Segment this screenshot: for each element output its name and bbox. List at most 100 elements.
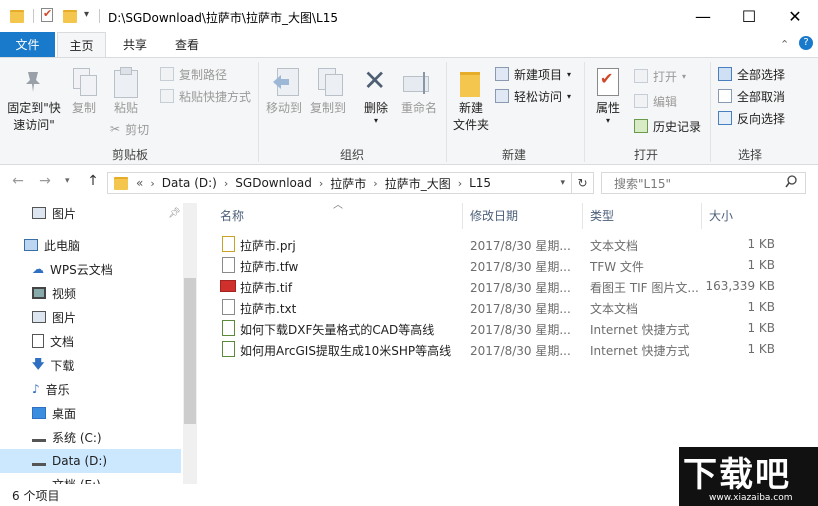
video-icon: [32, 287, 46, 299]
new-folder-button[interactable]: 新建 文件夹: [448, 100, 494, 134]
breadcrumb-l15[interactable]: L15: [469, 176, 491, 190]
arrow-up-icon: ↑: [87, 173, 99, 189]
chevron-down-icon[interactable]: ▾: [560, 178, 565, 188]
column-header-name[interactable]: 名称: [220, 207, 244, 224]
properties-icon[interactable]: ✔: [41, 7, 53, 22]
search-input[interactable]: 搜索"L15": [601, 172, 806, 194]
file-type: 看图王 TIF 图片文...: [590, 281, 699, 295]
nav-item-desktop[interactable]: 桌面: [0, 401, 183, 425]
file-row[interactable]: 如何下载DXF矢量格式的CAD等高线 2017/8/30 星期... Inter…: [215, 318, 802, 339]
new-folder-icon[interactable]: [63, 10, 77, 23]
file-row[interactable]: 拉萨市.tfw 2017/8/30 星期... TFW 文件 1 KB: [215, 255, 802, 276]
maximize-button[interactable]: ☐: [726, 0, 772, 32]
select-none-button[interactable]: 全部取消: [718, 86, 785, 106]
tab-view[interactable]: 查看: [164, 32, 210, 57]
arrow-right-icon: →: [39, 173, 51, 189]
delete-icon: ✕: [363, 64, 387, 97]
nav-item-pictures-quick[interactable]: 图片 📌︎: [0, 201, 183, 225]
close-icon: ✕: [788, 6, 802, 26]
tab-share[interactable]: 共享: [112, 32, 158, 57]
file-size: 1 KB: [747, 237, 775, 251]
breadcrumb-drive[interactable]: Data (D:): [162, 176, 217, 190]
toolbar-separator: [33, 9, 34, 23]
forward-button[interactable]: →: [36, 173, 54, 189]
nav-scrollbar-thumb[interactable]: [184, 278, 196, 424]
paste-button[interactable]: 粘贴: [107, 100, 145, 117]
nav-item-downloads[interactable]: 🡇 下载: [0, 353, 183, 377]
easy-access-button[interactable]: 轻松访问 ▾: [495, 86, 571, 106]
column-divider[interactable]: [582, 203, 583, 229]
nav-item-drive-e[interactable]: 文档 (E:): [0, 473, 183, 484]
group-label-new: 新建: [501, 148, 526, 162]
nav-item-documents[interactable]: 文档: [0, 329, 183, 353]
pin-icon[interactable]: 📌︎: [168, 208, 181, 219]
copy-button[interactable]: 复制: [66, 100, 102, 117]
invert-selection-button[interactable]: 反向选择: [718, 108, 785, 128]
back-button[interactable]: ←: [9, 173, 27, 189]
help-icon[interactable]: ?: [799, 36, 813, 50]
column-divider[interactable]: [701, 203, 702, 229]
select-none-icon: [718, 89, 732, 103]
cut-button[interactable]: ✂ 剪切: [110, 119, 149, 139]
copy-path-icon: [160, 67, 174, 81]
select-all-label: 全部选择: [737, 67, 786, 82]
collapse-ribbon-icon[interactable]: ⌃: [780, 38, 789, 51]
nav-item-pictures[interactable]: 图片: [0, 305, 183, 329]
customize-quick-access-icon[interactable]: ▾: [84, 9, 89, 20]
copy-to-button[interactable]: 复制到: [306, 100, 350, 117]
rename-button[interactable]: 重命名: [397, 100, 441, 117]
nav-item-wps-cloud[interactable]: ☁ WPS云文档: [0, 257, 183, 281]
tab-file[interactable]: 文件: [0, 32, 55, 57]
new-item-button[interactable]: 新建项目 ▾: [495, 64, 571, 84]
recent-locations-button[interactable]: ▾: [65, 176, 70, 186]
cloud-icon: ☁: [32, 262, 44, 276]
history-button[interactable]: 历史记录: [634, 116, 701, 136]
nav-item-drive-c[interactable]: 系统 (C:): [0, 425, 183, 449]
nav-item-drive-d[interactable]: Data (D:): [0, 449, 181, 473]
chevron-right-icon: ›: [150, 176, 155, 190]
file-row[interactable]: 拉萨市.tif 2017/8/30 星期... 看图王 TIF 图片文... 1…: [215, 276, 802, 297]
chevron-right-icon: ›: [318, 176, 324, 190]
breadcrumb-sgdownload[interactable]: SGDownload: [235, 176, 312, 190]
column-header-size[interactable]: 大小: [709, 207, 733, 224]
folder-icon: [10, 10, 24, 23]
close-button[interactable]: ✕: [772, 0, 818, 32]
invert-selection-label: 反向选择: [737, 111, 786, 126]
move-to-button[interactable]: 移动到: [262, 100, 306, 117]
edit-button[interactable]: 编辑: [634, 91, 677, 111]
minimize-button[interactable]: —: [680, 0, 726, 32]
file-row[interactable]: 拉萨市.prj 2017/8/30 星期... 文本文档 1 KB: [215, 234, 802, 255]
nav-item-videos[interactable]: 视频: [0, 281, 183, 305]
breadcrumb-lhasa-large[interactable]: 拉萨市_大图: [385, 175, 451, 192]
column-divider[interactable]: [462, 203, 463, 229]
nav-item-music[interactable]: ♪ 音乐: [0, 377, 183, 401]
easy-access-icon: [495, 89, 509, 103]
nav-item-label: 音乐: [45, 382, 70, 397]
column-header-type[interactable]: 类型: [590, 207, 614, 224]
pin-to-quick-access-button[interactable]: 固定到"快 速访问": [4, 100, 64, 134]
cut-label: 剪切: [125, 122, 150, 137]
file-date: 2017/8/30 星期...: [470, 344, 571, 358]
breadcrumb-lhasa[interactable]: 拉萨市: [330, 175, 366, 192]
chevron-right-icon: ›: [457, 176, 463, 190]
up-button[interactable]: ↑: [84, 173, 102, 189]
group-separator: [710, 62, 711, 162]
watermark-url: www.xiazaiba.com: [709, 493, 793, 503]
nav-item-this-pc[interactable]: 此电脑: [0, 233, 183, 257]
paste-shortcut-button[interactable]: 粘贴快捷方式: [160, 86, 251, 106]
open-button[interactable]: 打开 ▾: [634, 66, 686, 86]
file-name: 拉萨市.prj: [240, 239, 296, 253]
column-header-date[interactable]: 修改日期: [470, 207, 518, 224]
properties-button[interactable]: 属性 ▾: [590, 100, 626, 125]
file-row[interactable]: 拉萨市.txt 2017/8/30 星期... 文本文档 1 KB: [215, 297, 802, 318]
refresh-button[interactable]: ↻: [572, 172, 594, 194]
copy-path-button[interactable]: 复制路径: [160, 64, 227, 84]
file-row[interactable]: 如何用ArcGIS提取生成10米SHP等高线 2017/8/30 星期... I…: [215, 339, 802, 360]
breadcrumb-overflow[interactable]: «: [136, 176, 143, 190]
tab-home[interactable]: 主页: [57, 32, 106, 57]
address-bar[interactable]: « › Data (D:) › SGDownload › 拉萨市 › 拉萨市_大…: [107, 172, 572, 194]
chevron-down-icon: ▾: [373, 116, 378, 125]
select-all-button[interactable]: 全部选择: [718, 64, 785, 84]
delete-button[interactable]: 删除 ▾: [356, 100, 396, 125]
new-folder-big-icon: [460, 70, 482, 97]
